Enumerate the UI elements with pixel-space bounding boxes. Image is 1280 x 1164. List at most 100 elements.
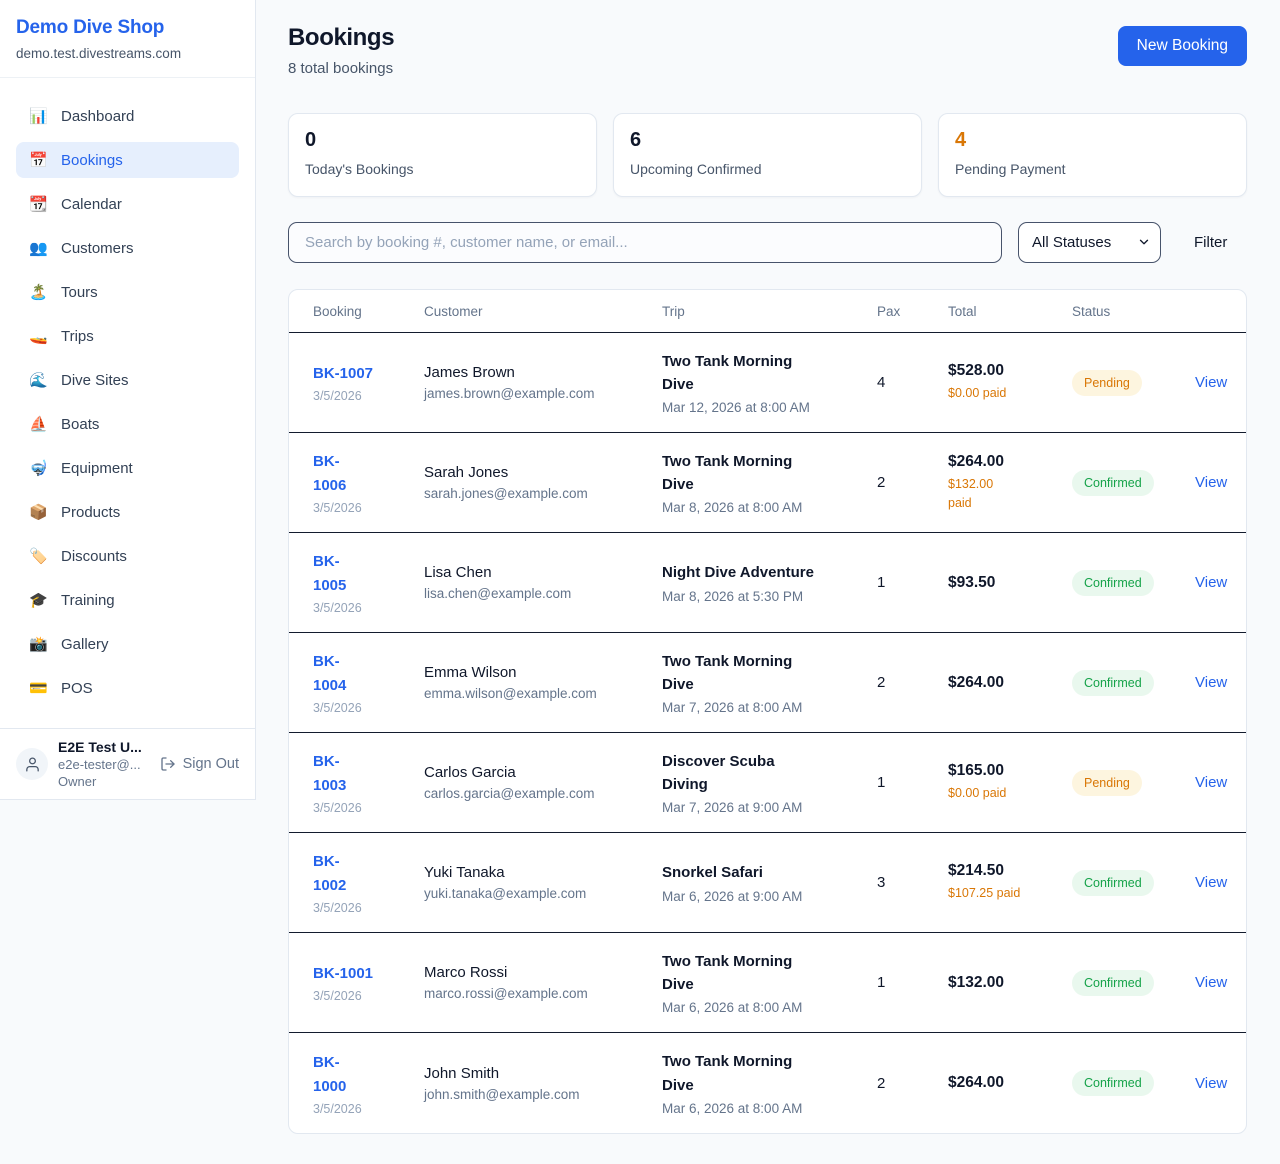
table-column-header: Pax [877, 304, 948, 319]
sidebar-item[interactable]: ⛵ Boats [16, 406, 239, 442]
view-link[interactable]: View [1195, 874, 1227, 891]
sidebar-item[interactable]: 🏝️ Tours [16, 274, 239, 310]
booking-number-link[interactable]: BK- 1004 [313, 650, 424, 698]
booking-number-link[interactable]: BK- 1003 [313, 750, 424, 798]
total-cell: $528.00 $0.00 paid [948, 362, 1072, 403]
sidebar-item-icon: ⛵ [29, 417, 48, 432]
total-amount: $264.00 [948, 453, 1072, 471]
sidebar-item[interactable]: 📸 Gallery [16, 626, 239, 662]
total-cell: $214.50 $107.25 paid [948, 862, 1072, 903]
stats-cards: 0 Today's Bookings 6 Upcoming Confirmed … [288, 113, 1247, 197]
sidebar-item[interactable]: 🎓 Training [16, 582, 239, 618]
filter-button[interactable]: Filter [1178, 224, 1243, 261]
customer-cell: Marco Rossi marco.rossi@example.com [424, 964, 662, 1001]
search-input[interactable] [288, 222, 1002, 263]
view-link[interactable]: View [1195, 674, 1227, 691]
new-booking-button[interactable]: New Booking [1118, 26, 1247, 66]
trip-name: Two Tank Morning Dive [662, 450, 877, 497]
booking-cell: BK- 1004 3/5/2026 [313, 650, 424, 715]
view-link[interactable]: View [1195, 974, 1227, 991]
trip-cell: Two Tank Morning Dive Mar 6, 2026 at 8:0… [662, 950, 877, 1016]
sign-out-button[interactable]: Sign Out [160, 756, 239, 772]
stat-card: 6 Upcoming Confirmed [613, 113, 922, 197]
table-row: BK-1001 3/5/2026 Marco Rossi marco.rossi… [289, 933, 1246, 1033]
booking-date: 3/5/2026 [313, 389, 424, 403]
trip-cell: Snorkel Safari Mar 6, 2026 at 9:00 AM [662, 861, 877, 903]
trip-cell: Night Dive Adventure Mar 8, 2026 at 5:30… [662, 561, 877, 603]
sidebar-item[interactable]: 🚤 Trips [16, 318, 239, 354]
status-select[interactable]: All Statuses [1018, 222, 1161, 263]
table-row: BK- 1006 3/5/2026 Sarah Jones sarah.jone… [289, 433, 1246, 533]
trip-cell: Two Tank Morning Dive Mar 6, 2026 at 8:0… [662, 1050, 877, 1116]
status-cell: Confirmed [1072, 570, 1195, 596]
table-header-row: Booking Customer Trip Pax Total Status [289, 290, 1246, 333]
view-link[interactable]: View [1195, 474, 1227, 491]
trip-name: Two Tank Morning Dive [662, 950, 877, 997]
pax-cell: 2 [877, 1075, 948, 1092]
sidebar-item[interactable]: 👥 Customers [16, 230, 239, 266]
customer-email: emma.wilson@example.com [424, 686, 662, 701]
sidebar-item-label: Equipment [61, 460, 133, 477]
booking-number-link[interactable]: BK- 1002 [313, 850, 424, 898]
booking-number-link[interactable]: BK- 1000 [313, 1051, 424, 1099]
log-out-icon [160, 756, 176, 772]
table-column-header: Customer [424, 304, 662, 319]
customer-cell: Sarah Jones sarah.jones@example.com [424, 464, 662, 501]
status-badge: Confirmed [1072, 470, 1154, 496]
sidebar-item[interactable]: 📦 Products [16, 494, 239, 530]
stat-card: 4 Pending Payment [938, 113, 1247, 197]
pax-cell: 1 [877, 774, 948, 791]
view-link[interactable]: View [1195, 774, 1227, 791]
table-row: BK- 1000 3/5/2026 John Smith john.smith@… [289, 1033, 1246, 1133]
stat-card: 0 Today's Bookings [288, 113, 597, 197]
status-select-wrap: All Statuses [1018, 222, 1161, 263]
customer-email: john.smith@example.com [424, 1087, 662, 1102]
sidebar-item-label: Customers [61, 240, 134, 257]
stat-label: Today's Bookings [305, 161, 580, 177]
trip-name: Two Tank Morning Dive [662, 350, 877, 397]
booking-number-link[interactable]: BK-1001 [313, 962, 424, 986]
total-cell: $264.00 $132.00 paid [948, 453, 1072, 513]
sidebar-item-icon: 🏝️ [29, 285, 48, 300]
brand: Demo Dive Shop demo.test.divestreams.com [0, 0, 255, 78]
sidebar-item-icon: 📊 [29, 109, 48, 124]
view-link[interactable]: View [1195, 374, 1227, 391]
page-header: Bookings 8 total bookings New Booking [288, 24, 1247, 77]
sidebar-item[interactable]: 🏷️ Discounts [16, 538, 239, 574]
trip-cell: Two Tank Morning Dive Mar 12, 2026 at 8:… [662, 350, 877, 416]
customer-email: marco.rossi@example.com [424, 986, 662, 1001]
status-cell: Pending [1072, 770, 1195, 796]
booking-cell: BK-1007 3/5/2026 [313, 362, 424, 403]
total-amount: $264.00 [948, 674, 1072, 692]
view-link[interactable]: View [1195, 1075, 1227, 1092]
stat-label: Upcoming Confirmed [630, 161, 905, 177]
sidebar-item[interactable]: 📅 Bookings [16, 142, 239, 178]
pax-cell: 1 [877, 974, 948, 991]
table-column-header: Trip [662, 304, 877, 319]
pax-cell: 1 [877, 574, 948, 591]
sidebar-item[interactable]: 🌊 Dive Sites [16, 362, 239, 398]
booking-number-link[interactable]: BK-1007 [313, 362, 424, 386]
table-column-header: Total [948, 304, 1072, 319]
sidebar-item[interactable]: 💳 POS [16, 670, 239, 706]
total-cell: $165.00 $0.00 paid [948, 762, 1072, 803]
booking-number-link[interactable]: BK- 1005 [313, 550, 424, 598]
user-role: Owner [58, 774, 150, 789]
sidebar-item[interactable]: 📊 Dashboard [16, 98, 239, 134]
sidebar-item[interactable]: 🤿 Equipment [16, 450, 239, 486]
customer-email: lisa.chen@example.com [424, 586, 662, 601]
booking-date: 3/5/2026 [313, 701, 424, 715]
sidebar-item-label: Dashboard [61, 108, 134, 125]
sidebar-item-icon: 🚤 [29, 329, 48, 344]
booking-date: 3/5/2026 [313, 801, 424, 815]
view-link[interactable]: View [1195, 574, 1227, 591]
trip-cell: Two Tank Morning Dive Mar 8, 2026 at 8:0… [662, 450, 877, 516]
sidebar-item-label: Trips [61, 328, 94, 345]
status-badge: Confirmed [1072, 970, 1154, 996]
customer-name: James Brown [424, 364, 662, 381]
booking-date: 3/5/2026 [313, 601, 424, 615]
trip-datetime: Mar 8, 2026 at 8:00 AM [662, 500, 877, 515]
customer-name: John Smith [424, 1065, 662, 1082]
sidebar-item[interactable]: 📆 Calendar [16, 186, 239, 222]
booking-number-link[interactable]: BK- 1006 [313, 450, 424, 498]
